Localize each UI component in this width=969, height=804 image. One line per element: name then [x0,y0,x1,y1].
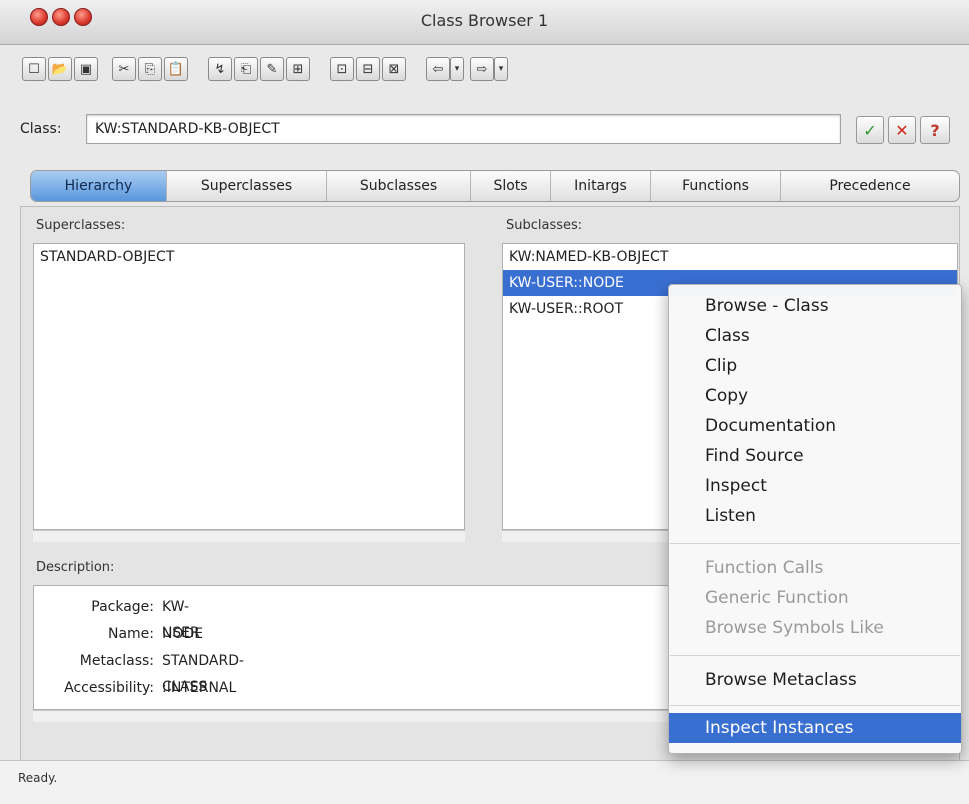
description-panel: Package: KW-USER Name: NODE Metaclass: S… [33,585,673,710]
menu-item-function-calls: Function Calls [705,558,824,578]
context-menu: Browse - Class Class Clip Copy Documenta… [668,284,962,754]
menu-item-find-source[interactable]: Find Source [669,441,961,471]
paste-icon: 📋 [167,61,185,77]
name-value: NODE [162,626,204,642]
class-input[interactable]: KW:STANDARD-KB-OBJECT [86,114,841,144]
superclasses-scrollbar[interactable] [33,530,465,542]
back-history-button[interactable]: ▾ [450,57,464,81]
open-folder-button[interactable]: 📂 [48,57,72,81]
forward-history-button[interactable]: ▾ [494,57,508,81]
menu-item-browse-symbols-like: Browse Symbols Like [705,618,884,638]
help-button[interactable]: ? [920,116,950,144]
edit-icon: ✎ [266,61,278,77]
copy-button[interactable]: ⎘ [138,57,162,81]
menu-item-browse-metaclass[interactable]: Browse Metaclass [669,665,961,695]
forward-arrow-button[interactable]: ⇨ [470,57,494,81]
superclasses-label: Superclasses: [36,218,126,233]
cancel-button[interactable]: ✕ [888,116,916,144]
cut-button[interactable]: ✂ [112,57,136,81]
menu-item-listen[interactable]: Listen [669,501,961,531]
menu-item-inspect[interactable]: Inspect [669,471,961,501]
tab-bar: Hierarchy Superclasses Subclasses Slots … [30,170,960,202]
accessibility-value: :INTERNAL [162,680,237,696]
browse-button[interactable]: ↯ [208,57,232,81]
class-label: Class: [20,121,62,137]
menu-item-clip[interactable]: Clip [669,351,961,381]
tab-initargs[interactable]: Initargs [551,171,651,201]
tab-precedence[interactable]: Precedence [781,171,959,201]
status-bar: Ready. [0,760,969,804]
window-button[interactable]: ⊠ [382,57,406,81]
description-label: Description: [36,560,115,575]
save-icon: ▣ [79,61,93,77]
open-folder-icon: 📂 [51,61,69,77]
list-item[interactable]: KW:NAMED-KB-OBJECT [503,244,957,270]
checkmark-icon: ✓ [863,120,877,140]
menu-item-browse-class[interactable]: Browse - Class [669,291,961,321]
tab-functions[interactable]: Functions [651,171,781,201]
menu-item-copy[interactable]: Copy [669,381,961,411]
class-browser-window: Class Browser 1 ☐ 📂 ▣ ✂ ⎘ 📋 ↯ ⎗ ✎ ⊞ ⊡ ⊟ ⊠ ⇦ ▾ ⇨ ▾ Class:… [0,0,969,804]
save-button[interactable]: ▣ [74,57,98,81]
copy-icon: ⎘ [144,61,156,77]
class-row: Class: KW:STANDARD-KB-OBJECT ✓ ✕ ? [0,110,969,150]
back-arrow-icon: ⇦ [432,61,444,77]
tree-icon: ⊞ [292,61,304,77]
menu-separator [670,655,960,656]
menu-separator [670,543,960,544]
description-scrollbar[interactable] [33,710,673,722]
window-button[interactable]: ⊟ [356,57,380,81]
tab-hierarchy[interactable]: Hierarchy [31,171,167,201]
back-history-icon: ▾ [454,63,460,74]
browse-icon: ↯ [214,61,226,77]
toolbar: ☐ 📂 ▣ ✂ ⎘ 📋 ↯ ⎗ ✎ ⊞ ⊡ ⊟ ⊠ ⇦ ▾ ⇨ ▾ [0,44,969,104]
tab-slots[interactable]: Slots [471,171,551,201]
tab-superclasses[interactable]: Superclasses [167,171,327,201]
menu-item-inspect-instances[interactable]: Inspect Instances [669,713,961,743]
superclasses-list[interactable]: STANDARD-OBJECT [33,243,465,530]
new-document-button[interactable]: ☐ [22,57,46,81]
window-icon-1: ⊡ [336,61,348,77]
tab-subclasses[interactable]: Subclasses [327,171,471,201]
window-button[interactable]: ⊡ [330,57,354,81]
package-key: Package: [91,599,154,615]
window-icon-2: ⊟ [362,61,374,77]
list-item[interactable]: STANDARD-OBJECT [34,244,464,270]
back-arrow-button[interactable]: ⇦ [426,57,450,81]
subclasses-label: Subclasses: [506,218,583,233]
clip-icon: ⎗ [240,61,252,77]
help-icon: ? [930,120,940,140]
name-key: Name: [107,626,154,642]
forward-history-icon: ▾ [498,63,504,74]
accessibility-key: Accessibility: [64,680,154,696]
paste-button[interactable]: 📋 [164,57,188,81]
menu-item-class[interactable]: Class [669,321,961,351]
forward-arrow-icon: ⇨ [476,61,488,77]
accept-button[interactable]: ✓ [856,116,884,144]
menu-item-generic-function: Generic Function [705,588,849,608]
window-icon-3: ⊠ [388,61,400,77]
clip-button[interactable]: ⎗ [234,57,258,81]
title-bar: Class Browser 1 [0,0,969,45]
metaclass-key: Metaclass: [79,653,154,669]
status-text: Ready. [18,771,58,785]
menu-item-documentation[interactable]: Documentation [669,411,961,441]
new-document-icon: ☐ [28,61,40,77]
window-title: Class Browser 1 [420,11,549,30]
tree-button[interactable]: ⊞ [286,57,310,81]
edit-button[interactable]: ✎ [260,57,284,81]
cut-icon: ✂ [118,61,130,77]
cross-icon: ✕ [895,120,909,140]
menu-separator [670,705,960,706]
